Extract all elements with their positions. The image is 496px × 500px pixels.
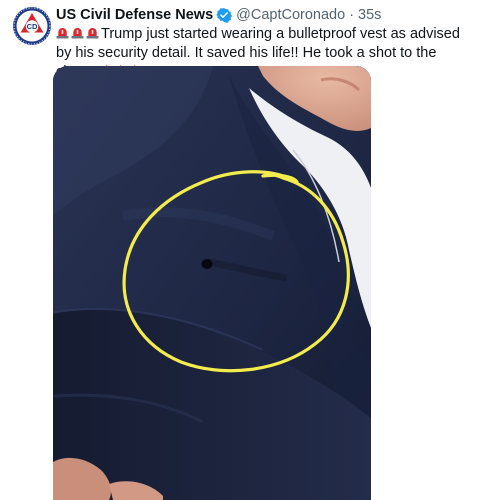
tweet-photo[interactable] — [53, 66, 371, 500]
header-separator: · — [349, 7, 355, 23]
tweet-timestamp[interactable]: 35s — [358, 6, 381, 24]
siren-emoji-icon — [86, 26, 99, 39]
siren-emoji-icon — [56, 26, 69, 39]
author-display-name[interactable]: US Civil Defense News — [56, 6, 213, 24]
author-handle[interactable]: @CaptCoronado — [236, 6, 345, 24]
svg-text:CD: CD — [27, 22, 38, 31]
civil-defense-logo-icon: CD — [13, 7, 51, 45]
mark-on-jacket — [201, 259, 213, 269]
verified-badge-icon[interactable] — [216, 7, 233, 23]
photo-content — [53, 66, 371, 500]
tweet-header: US Civil Defense News @CaptCoronado · 35… — [56, 6, 381, 24]
author-avatar[interactable]: CD — [12, 6, 52, 46]
tweet[interactable]: CD US Civil Defense News @CaptCoronado ·… — [0, 0, 496, 500]
siren-emoji-icon — [71, 26, 84, 39]
